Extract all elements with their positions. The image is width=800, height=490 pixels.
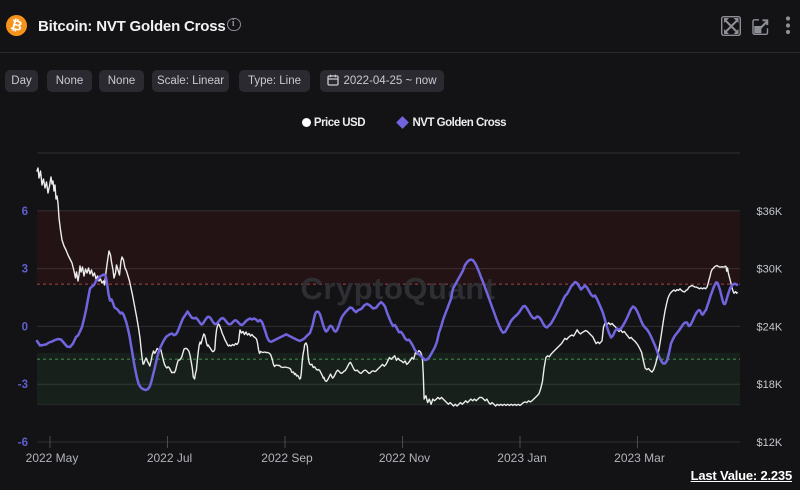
svg-text:2022 Jul: 2022 Jul: [147, 451, 192, 465]
svg-text:$12K: $12K: [757, 437, 783, 449]
svg-text:2022 May: 2022 May: [26, 451, 79, 465]
svg-text:2022 Nov: 2022 Nov: [379, 451, 430, 465]
svg-text:2023 Mar: 2023 Mar: [614, 451, 665, 465]
svg-text:0: 0: [22, 321, 28, 333]
svg-text:CryptoQuant: CryptoQuant: [301, 271, 496, 306]
svg-text:-6: -6: [18, 437, 28, 449]
svg-text:$36K: $36K: [757, 206, 783, 218]
svg-text:2022 Sep: 2022 Sep: [261, 451, 313, 465]
svg-text:3: 3: [22, 264, 28, 276]
svg-text:-3: -3: [18, 379, 28, 391]
svg-text:2023 Jan: 2023 Jan: [497, 451, 546, 465]
svg-text:$30K: $30K: [757, 264, 783, 276]
svg-text:$24K: $24K: [757, 321, 783, 333]
svg-text:6: 6: [22, 206, 28, 218]
svg-text:$18K: $18K: [757, 379, 783, 391]
